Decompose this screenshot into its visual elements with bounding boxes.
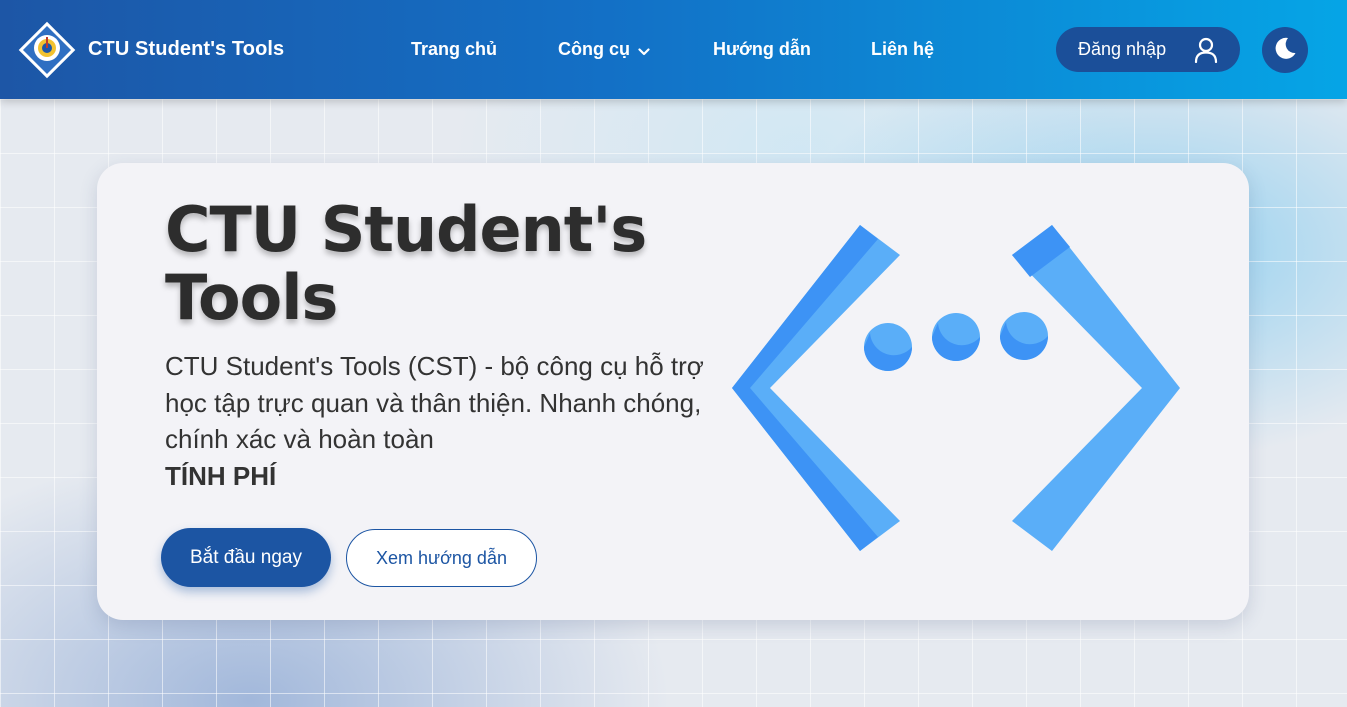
nav-tools[interactable]: Công cụ [558,39,650,61]
moon-icon [1273,36,1297,65]
login-label: Đăng nhập [1078,39,1167,59]
hero-title: CTU Student's Tools [165,193,647,334]
user-icon [1194,37,1218,68]
nav-tools-label: Công cụ [558,39,630,59]
nav-guide[interactable]: Hướng dẫn [713,39,811,60]
theme-toggle-button[interactable] [1262,27,1308,73]
login-button[interactable]: Đăng nhập [1056,27,1240,72]
hero-description-text: CTU Student's Tools (CST) - bộ công cụ h… [165,351,704,454]
hero-description: CTU Student's Tools (CST) - bộ công cụ h… [165,348,705,494]
view-guide-button[interactable]: Xem hướng dẫn [346,529,537,587]
nav-contact[interactable]: Liên hệ [871,39,934,60]
top-navbar: CTU Student's Tools Trang chủ Công cụ Hư… [0,0,1347,99]
chevron-down-icon [638,40,650,61]
university-seal-logo[interactable] [17,20,77,80]
nav-home[interactable]: Trang chủ [411,39,497,60]
start-now-button[interactable]: Bắt đầu ngay [161,528,331,587]
code-brackets-dots-icon [730,225,1182,551]
hero-description-emphasis: TÍNH PHÍ [165,460,277,491]
brand-name[interactable]: CTU Student's Tools [88,38,284,61]
